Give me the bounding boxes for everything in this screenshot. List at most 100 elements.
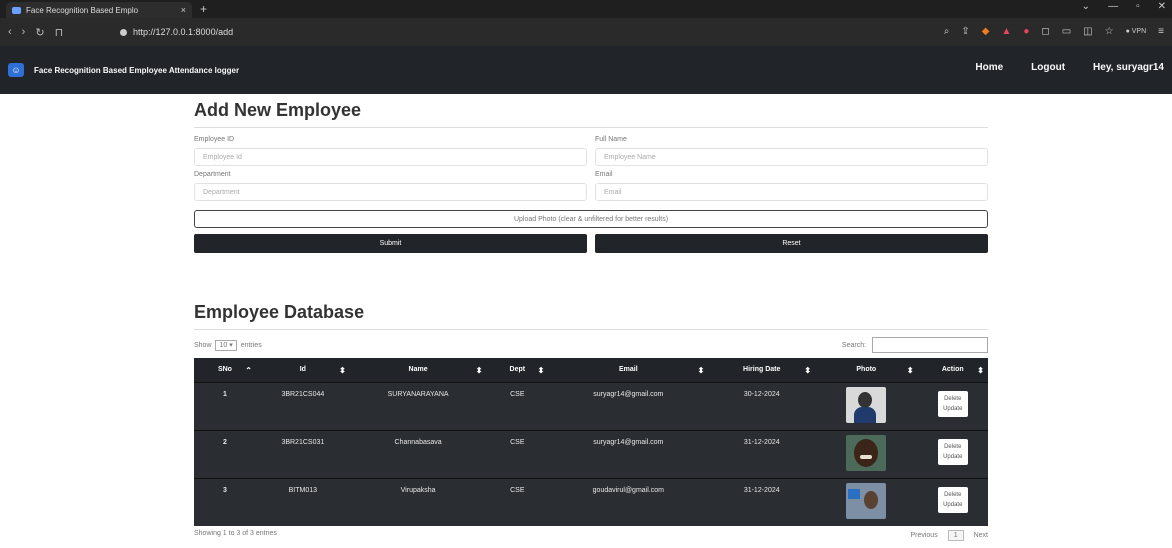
search-label: Search: xyxy=(841,341,867,349)
cell-date: 31-12-2024 xyxy=(708,477,816,526)
action-box: Delete Update xyxy=(937,390,968,417)
user-greeting[interactable]: Hey, suryagr14 xyxy=(1093,62,1164,73)
sort-icon: ⬍ xyxy=(537,366,545,376)
col-photo[interactable]: Photo ⬍ xyxy=(815,358,918,382)
url-text: http://127.0.0.1:8000/add xyxy=(133,27,234,37)
sort-icon: ⬍ xyxy=(475,366,483,376)
cell-name: SURYANARAYANA xyxy=(349,381,487,430)
cell-dept: CSE xyxy=(486,477,549,526)
page-title: Add New Employee xyxy=(194,100,362,120)
col-email[interactable]: Email ⬍ xyxy=(548,358,709,382)
delete-button[interactable]: Delete xyxy=(938,490,968,500)
wallet-icon[interactable]: ● xyxy=(1023,26,1029,37)
brave-shield-icon[interactable]: ◆ xyxy=(982,26,990,37)
menu-icon[interactable]: ≡ xyxy=(1158,26,1164,37)
bookmark-icon[interactable]: ⊓ xyxy=(55,26,64,39)
cell-action: Delete Update xyxy=(917,381,988,430)
col-hiring-date[interactable]: Hiring Date ⬍ xyxy=(708,358,816,382)
cell-id: 3BR21CS031 xyxy=(255,429,350,478)
next-button[interactable]: Next xyxy=(974,532,988,539)
department-label: Department xyxy=(194,171,231,178)
new-tab-button[interactable]: + xyxy=(200,2,207,16)
employee-photo xyxy=(846,386,887,423)
table-header-row: SNo ⌃ Id ⬍ Name ⬍ Dept ⬍ Email ⬍ Hiring Date ⬍… xyxy=(194,358,988,382)
divider xyxy=(194,127,988,128)
cell-action: Delete Update xyxy=(917,429,988,478)
rewards-icon[interactable]: ▲ xyxy=(1001,26,1011,37)
cell-photo xyxy=(815,477,918,526)
entries-control: Show 10 ▾ entries xyxy=(194,340,262,351)
reset-button[interactable]: Reset xyxy=(595,234,988,253)
update-button[interactable]: Update xyxy=(938,452,968,462)
employee-photo xyxy=(846,482,887,519)
brand[interactable]: ☺ Face Recognition Based Employee Attend… xyxy=(0,63,239,77)
cell-id: 3BR21CS044 xyxy=(255,381,350,430)
cell-email: suryagr14@gmail.com xyxy=(548,381,709,430)
col-dept[interactable]: Dept ⬍ xyxy=(486,358,549,382)
url-field[interactable]: http://127.0.0.1:8000/add xyxy=(120,27,233,37)
employee-id-input[interactable]: Employee Id xyxy=(194,148,587,166)
back-icon[interactable]: ‹ xyxy=(8,26,12,39)
sort-icon: ⬍ xyxy=(906,366,914,376)
vpn-icon[interactable]: ● VPN xyxy=(1126,28,1147,35)
col-action[interactable]: Action ⬍ xyxy=(917,358,988,382)
department-input[interactable]: Department xyxy=(194,183,587,201)
update-button[interactable]: Update xyxy=(938,500,968,510)
form-buttons: Submit Reset xyxy=(194,234,988,253)
pagination: Previous 1 Next xyxy=(910,530,988,541)
reload-icon[interactable]: ↻ xyxy=(35,26,44,39)
update-button[interactable]: Update xyxy=(938,404,968,414)
table-row: 3 BITM013 Virupaksha CSE goudavirul@gmai… xyxy=(194,477,988,526)
page-1-button[interactable]: 1 xyxy=(947,530,964,541)
col-name[interactable]: Name ⬍ xyxy=(349,358,487,382)
email-input[interactable]: Email xyxy=(595,183,988,201)
upload-photo-button[interactable]: Upload Photo (clear & unfiltered for bet… xyxy=(194,210,988,228)
delete-button[interactable]: Delete xyxy=(938,442,968,452)
cell-sno: 3 xyxy=(194,477,256,526)
entries-label: entries xyxy=(240,342,262,349)
cell-photo xyxy=(815,381,918,430)
browser-tab[interactable]: Face Recognition Based Emplo × xyxy=(6,2,192,18)
brand-title: Face Recognition Based Employee Attendan… xyxy=(34,65,240,75)
entries-select[interactable]: 10 ▾ xyxy=(215,340,237,351)
site-info-icon[interactable] xyxy=(120,28,127,36)
logout-link[interactable]: Logout xyxy=(1031,62,1065,73)
close-window-icon[interactable]: ✕ xyxy=(1158,1,1166,12)
cell-action: Delete Update xyxy=(917,477,988,526)
table-controls: Show 10 ▾ entries Search: xyxy=(194,335,988,355)
full-name-input[interactable]: Employee Name xyxy=(595,148,988,166)
divider xyxy=(194,329,988,330)
close-tab-icon[interactable]: × xyxy=(181,5,192,15)
share-icon[interactable]: ⇪ xyxy=(961,26,969,37)
submit-button[interactable]: Submit xyxy=(194,234,587,253)
tab-title: Face Recognition Based Emplo xyxy=(26,5,139,15)
cell-email: suryagr14@gmail.com xyxy=(548,429,709,478)
zoom-icon[interactable]: ⌕ xyxy=(944,26,950,37)
forward-icon[interactable]: › xyxy=(22,26,26,39)
tab-list-icon[interactable]: ⌄ xyxy=(1082,1,1090,12)
col-sno[interactable]: SNo ⌃ xyxy=(194,358,256,382)
home-link[interactable]: Home xyxy=(975,62,1003,73)
col-id[interactable]: Id ⬍ xyxy=(255,358,350,382)
sidebar-icon[interactable]: ▭ xyxy=(1062,26,1071,37)
minimize-icon[interactable]: — xyxy=(1108,1,1118,12)
table-row: 1 3BR21CS044 SURYANARAYANA CSE suryagr14… xyxy=(194,381,988,430)
previous-button[interactable]: Previous xyxy=(910,532,937,539)
action-box: Delete Update xyxy=(937,438,968,465)
restore-icon[interactable]: ▫ xyxy=(1136,1,1140,12)
extensions-icon[interactable]: ◻ xyxy=(1041,26,1049,37)
delete-button[interactable]: Delete xyxy=(938,394,968,404)
action-box: Delete Update xyxy=(937,486,968,513)
table-footer: Showing 1 to 3 of 3 entries Previous 1 N… xyxy=(194,530,988,541)
browser-toolbar-icons: ⌕ ⇪ ◆ ▲ ● ◻ ▭ ◫ ☆ ● VPN ≡ xyxy=(944,26,1164,37)
nav-links: Home Logout Hey, suryagr14 xyxy=(975,62,1164,73)
nav-buttons: ‹ › ↻ ⊓ xyxy=(0,26,120,39)
split-view-icon[interactable]: ◫ xyxy=(1083,26,1092,37)
search-input[interactable] xyxy=(872,337,988,353)
full-name-label: Full Name xyxy=(595,136,627,143)
email-group: Email Email xyxy=(595,171,988,206)
favorites-icon[interactable]: ☆ xyxy=(1105,26,1114,37)
table-info: Showing 1 to 3 of 3 entries xyxy=(194,530,277,537)
employee-id-label: Employee ID xyxy=(194,136,235,143)
window-controls: ⌄ — ▫ ✕ xyxy=(1082,1,1166,12)
